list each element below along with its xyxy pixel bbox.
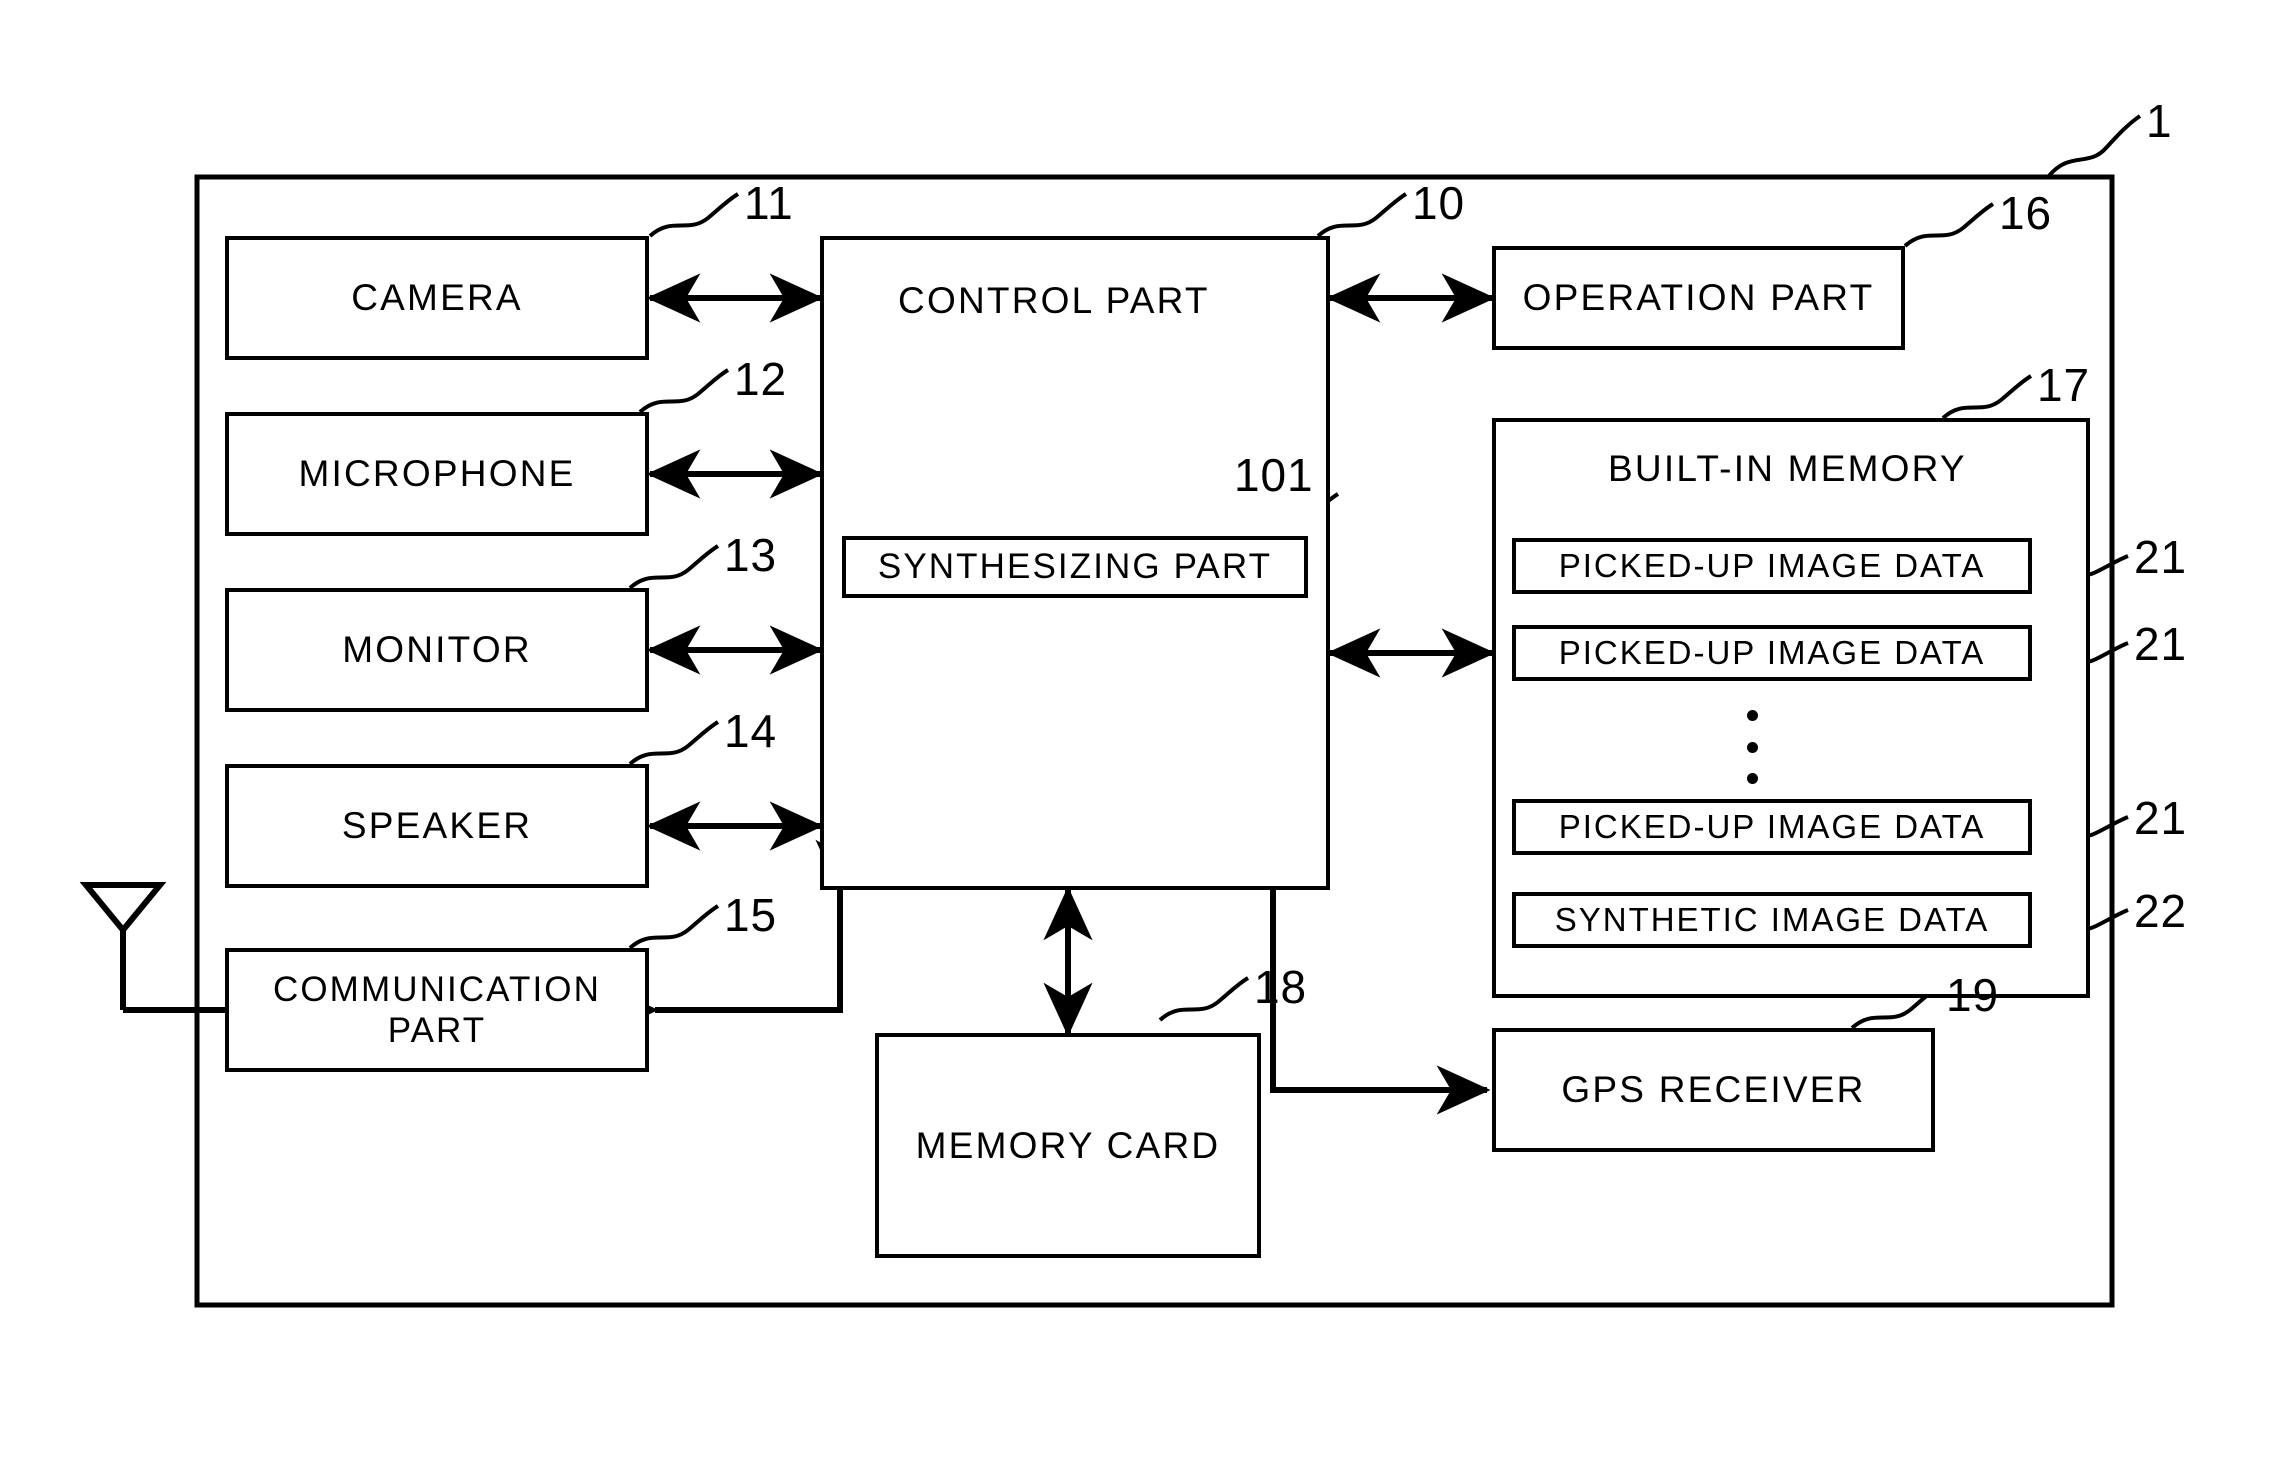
figure-canvas: CAMERA MICROPHONE MONITOR SPEAKER COMMUN… <box>0 0 2272 1477</box>
block-microphone[interactable]: MICROPHONE <box>225 412 649 536</box>
leader-13 <box>628 544 720 590</box>
ref-16: 16 <box>1999 187 2053 239</box>
block-operation-part[interactable]: OPERATION PART <box>1492 246 1905 350</box>
ref-11: 11 <box>744 177 794 229</box>
memory-item-picked-up-2[interactable]: PICKED-UP IMAGE DATA <box>1512 625 2032 681</box>
memory-item-synthetic[interactable]: SYNTHETIC IMAGE DATA <box>1512 892 2032 948</box>
ref-21-c: 21 <box>2134 792 2188 844</box>
block-memory-card[interactable]: MEMORY CARD <box>875 1033 1261 1258</box>
antenna-icon <box>79 882 225 1013</box>
memory-items-ellipsis <box>1746 710 1758 784</box>
block-monitor[interactable]: MONITOR <box>225 588 649 712</box>
memory-item-label: PICKED-UP IMAGE DATA <box>1558 807 1986 845</box>
leader-15 <box>628 904 720 950</box>
block-control-part-label: CONTROL PART <box>898 280 1210 321</box>
leader-16 <box>1903 202 1995 248</box>
memory-item-picked-up-1[interactable]: PICKED-UP IMAGE DATA <box>1512 538 2032 594</box>
leader-11 <box>648 192 740 238</box>
block-synthesizing-part[interactable]: SYNTHESIZING PART <box>842 536 1308 598</box>
block-monitor-label: MONITOR <box>342 629 532 671</box>
memory-item-picked-up-3[interactable]: PICKED-UP IMAGE DATA <box>1512 799 2032 855</box>
ref-12: 12 <box>734 353 788 405</box>
block-gps-receiver[interactable]: GPS RECEIVER <box>1492 1028 1935 1152</box>
block-camera-label: CAMERA <box>351 277 523 319</box>
ref-22: 22 <box>2134 885 2188 937</box>
leader-10 <box>1316 192 1408 238</box>
block-operation-part-label: OPERATION PART <box>1522 277 1875 319</box>
ref-17: 17 <box>2037 359 2091 411</box>
block-synthesizing-part-label: SYNTHESIZING PART <box>877 547 1273 587</box>
ref-21-b: 21 <box>2134 618 2188 670</box>
ref-101: 101 <box>1234 449 1314 501</box>
block-speaker[interactable]: SPEAKER <box>225 764 649 888</box>
leader-17 <box>1941 374 2033 420</box>
ref-13: 13 <box>724 529 778 581</box>
block-communication-part[interactable]: COMMUNICATION PART <box>225 948 649 1072</box>
block-communication-part-label-line1: COMMUNICATION <box>272 969 601 1009</box>
block-built-in-memory-label: BUILT-IN MEMORY <box>1608 448 1967 489</box>
ref-10: 10 <box>1412 177 1466 229</box>
block-camera[interactable]: CAMERA <box>225 236 649 360</box>
memory-item-label: PICKED-UP IMAGE DATA <box>1558 633 1986 671</box>
leader-14 <box>628 720 720 766</box>
block-speaker-label: SPEAKER <box>341 805 533 847</box>
leader-18 <box>1158 976 1250 1022</box>
block-microphone-label: MICROPHONE <box>298 453 576 495</box>
block-memory-card-label: MEMORY CARD <box>915 1124 1221 1166</box>
leader-1 <box>2046 114 2142 179</box>
block-gps-receiver-label: GPS RECEIVER <box>1561 1069 1866 1111</box>
ref-14: 14 <box>724 705 778 757</box>
leader-12 <box>638 368 730 414</box>
ref-15: 15 <box>724 889 778 941</box>
ref-18: 18 <box>1254 961 1308 1013</box>
memory-item-label: PICKED-UP IMAGE DATA <box>1558 546 1986 584</box>
block-communication-part-label-line2: PART <box>387 1011 487 1050</box>
ref-19: 19 <box>1946 969 2000 1021</box>
ref-1: 1 <box>2146 95 2173 147</box>
memory-item-label: SYNTHETIC IMAGE DATA <box>1554 900 1990 938</box>
ref-21-a: 21 <box>2134 531 2188 583</box>
